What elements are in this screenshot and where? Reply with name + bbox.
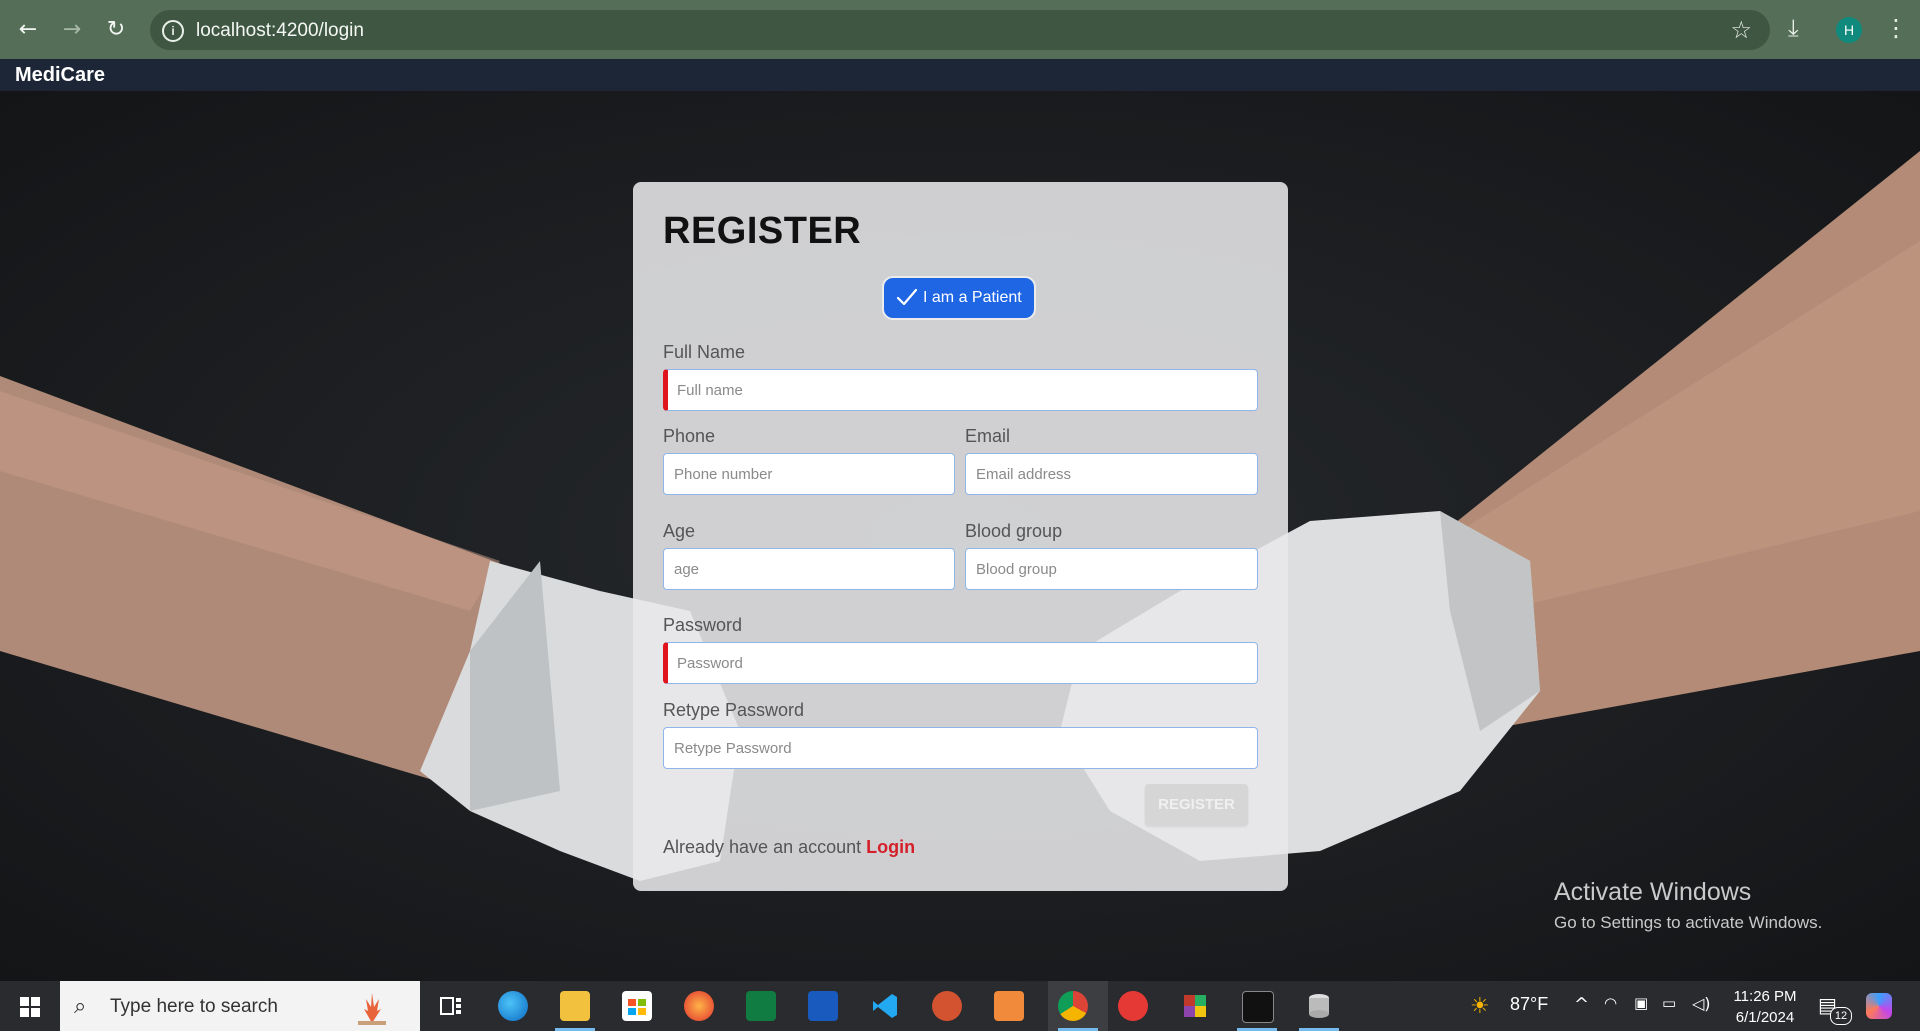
microsoft-store-icon[interactable] — [622, 991, 652, 1021]
copilot-icon[interactable] — [1866, 993, 1892, 1019]
full-name-input[interactable] — [663, 369, 1258, 411]
login-link[interactable]: Login — [866, 837, 915, 857]
activate-windows-watermark: Activate Windows Go to Settings to activ… — [1554, 878, 1822, 933]
search-icon: ⌕ — [74, 994, 87, 1019]
login-prompt: Already have an account Login — [663, 837, 915, 858]
address-bar[interactable]: i localhost:4200/login ☆ — [150, 10, 1770, 50]
task-view-icon[interactable] — [436, 991, 466, 1021]
reload-icon[interactable]: ↻ — [100, 14, 132, 46]
email-input[interactable] — [965, 453, 1258, 495]
network-icon[interactable]: ◠ — [1604, 994, 1617, 1012]
age-input[interactable] — [663, 548, 955, 590]
meet-now-icon[interactable]: ▣ — [1634, 994, 1648, 1012]
xampp-icon[interactable] — [994, 991, 1024, 1021]
chrome-icon[interactable] — [1058, 991, 1088, 1021]
powerpoint-icon[interactable] — [932, 991, 962, 1021]
terminal-icon[interactable] — [1242, 991, 1274, 1023]
edge-browser-icon[interactable] — [498, 991, 528, 1021]
battery-icon[interactable]: ▭ — [1662, 994, 1676, 1012]
word-icon[interactable] — [808, 991, 838, 1021]
register-card: REGISTER I am a Patient Full Name Phone … — [633, 182, 1288, 891]
login-prompt-text: Already have an account — [663, 837, 862, 857]
system-clock[interactable]: 11:26 PM 6/1/2024 — [1730, 986, 1800, 1028]
profile-avatar[interactable]: H — [1836, 17, 1862, 43]
watermark-title: Activate Windows — [1554, 878, 1752, 906]
wps-office-icon[interactable] — [1118, 991, 1148, 1021]
volume-icon[interactable]: ◁) — [1692, 994, 1711, 1013]
windows-taskbar: ⌕ Type here to search ☀ 87°F ^ ◠ ▣ ▭ ◁) … — [0, 981, 1920, 1031]
patient-toggle-button[interactable]: I am a Patient — [884, 278, 1034, 318]
windows-start-icon[interactable] — [20, 997, 40, 1017]
taskbar-search-text: Type here to search — [110, 996, 278, 1017]
retype-password-input[interactable] — [663, 727, 1258, 769]
checkmark-icon — [896, 288, 918, 306]
full-name-label: Full Name — [663, 342, 746, 362]
register-submit-button[interactable]: REGISTER — [1145, 784, 1248, 826]
browser-toolbar: ← → ↻ i localhost:4200/login ☆ ⤓ H ⋮ — [0, 0, 1920, 59]
back-arrow-icon[interactable]: ← — [12, 14, 44, 46]
retype-password-label: Retype Password — [663, 700, 805, 720]
forward-arrow-icon[interactable]: → — [56, 14, 88, 46]
file-explorer-icon[interactable] — [560, 991, 590, 1021]
excel-icon[interactable] — [746, 991, 776, 1021]
browser-menu-icon[interactable]: ⋮ — [1884, 14, 1908, 42]
bookmark-star-icon[interactable]: ☆ — [1730, 16, 1752, 44]
database-icon[interactable] — [1304, 991, 1334, 1021]
patient-toggle-label: I am a Patient — [923, 289, 1022, 306]
age-label: Age — [663, 521, 696, 541]
taskbar-search-box[interactable]: ⌕ Type here to search — [60, 981, 420, 1031]
register-title: REGISTER — [663, 210, 862, 252]
chevron-up-icon[interactable]: ^ — [1574, 994, 1589, 1015]
phone-input[interactable] — [663, 453, 955, 495]
site-info-icon[interactable]: i — [162, 20, 184, 42]
url-text[interactable]: localhost:4200/login — [196, 20, 364, 42]
phone-label: Phone — [663, 426, 716, 446]
weather-temp[interactable]: 87°F — [1510, 994, 1548, 1015]
notification-count-badge: 12 — [1830, 1007, 1852, 1025]
app-navbar: MediCare — [0, 59, 1920, 91]
email-label: Email — [965, 426, 1011, 446]
watermark-subtitle: Go to Settings to activate Windows. — [1554, 913, 1823, 932]
brand-logo-text[interactable]: MediCare — [15, 64, 105, 87]
firefox-icon[interactable] — [684, 991, 714, 1021]
search-highlight-icon — [358, 993, 386, 1025]
weather-icon[interactable]: ☀ — [1470, 994, 1490, 1019]
password-input[interactable] — [663, 642, 1258, 684]
clock-time: 11:26 PM — [1733, 988, 1797, 1005]
winrar-icon[interactable] — [1180, 991, 1210, 1021]
blood-group-label: Blood group — [965, 521, 1063, 541]
vscode-icon[interactable] — [870, 991, 900, 1021]
password-label: Password — [663, 615, 743, 635]
download-icon[interactable]: ⤓ — [1788, 14, 1799, 42]
clock-date: 6/1/2024 — [1735, 1009, 1795, 1026]
blood-group-input[interactable] — [965, 548, 1258, 590]
